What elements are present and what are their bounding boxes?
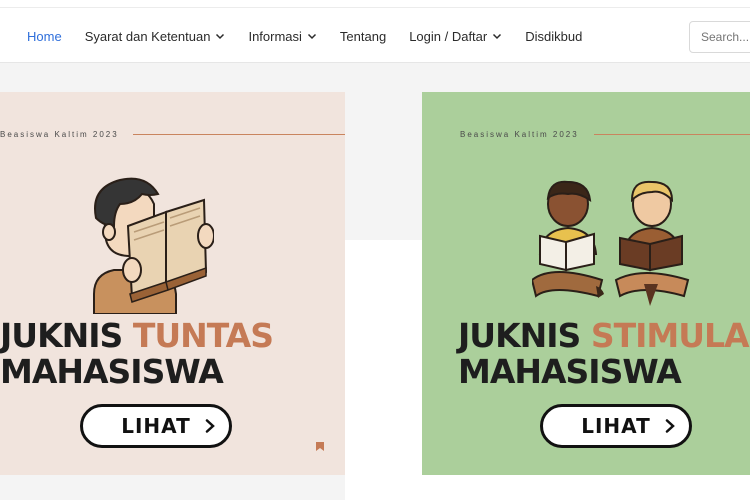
nav-tentang[interactable]: Tentang [340,29,386,44]
nav-disdikbud-label: Disdikbud [525,28,583,44]
card-title: JUKNIS TUNTAS MAHASISWA [0,316,274,391]
bookmark-icon [316,442,324,451]
top-strip [0,0,750,8]
slide-card-juknis-tuntas[interactable]: Beasiswa Kaltim 2023 JUKNIS TUNTAS MAHAS… [0,92,345,475]
nav-home[interactable]: Home [27,29,62,44]
chevron-right-icon [665,419,675,433]
card-kicker: Beasiswa Kaltim 2023 [460,130,579,139]
nav-syarat-dropdown[interactable]: Syarat dan Ketentuan [85,29,226,44]
two-kids-reading-illustration [532,180,690,306]
nav-syarat-label: Syarat dan Ketentuan [84,28,211,44]
slide-card-juknis-stimulan[interactable]: Beasiswa Kaltim 2023 JUKNIS STIMULAN MAH… [422,92,750,475]
card-title-part1: JUKNIS [0,316,133,355]
lihat-button[interactable]: LIHAT [80,404,232,448]
nav-tentang-label: Tentang [339,28,387,44]
nav-home-label: Home [27,28,62,44]
nav-disdikbud[interactable]: Disdikbud [525,29,582,44]
nav-informasi-label: Informasi [248,28,302,44]
navbar: Home Syarat dan Ketentuan Informasi Tent… [0,9,750,63]
card-divider [133,134,345,135]
boy-reading-illustration [93,177,214,314]
nav-informasi-dropdown[interactable]: Informasi [248,29,316,44]
lihat-button-label: LIHAT [121,414,191,438]
search-input[interactable] [689,21,750,53]
chevron-down-icon [493,33,502,40]
nav-login-dropdown[interactable]: Login / Daftar [409,29,502,44]
card-title-part1: JUKNIS [458,316,591,355]
lihat-button-label: LIHAT [581,414,651,438]
card-title: JUKNIS STIMULAN MAHASISWA [458,318,750,390]
card-title-line2: MAHASISWA [458,352,682,391]
chevron-down-icon [216,33,225,40]
card-kicker: Beasiswa Kaltim 2023 [0,130,119,139]
card-title-accent: TUNTAS [132,316,274,355]
main-content: Beasiswa Kaltim 2023 JUKNIS TUNTAS MAHAS… [0,63,750,500]
main-nav: Home Syarat dan Ketentuan Informasi Tent… [27,9,582,63]
nav-login-label: Login / Daftar [409,28,488,44]
card-title-accent: STIMULAN [590,316,750,355]
card-title-line2: MAHASISWA [0,352,224,391]
lihat-button[interactable]: LIHAT [540,404,692,448]
card-divider [594,134,750,135]
chevron-right-icon [205,419,215,433]
chevron-down-icon [307,33,316,40]
